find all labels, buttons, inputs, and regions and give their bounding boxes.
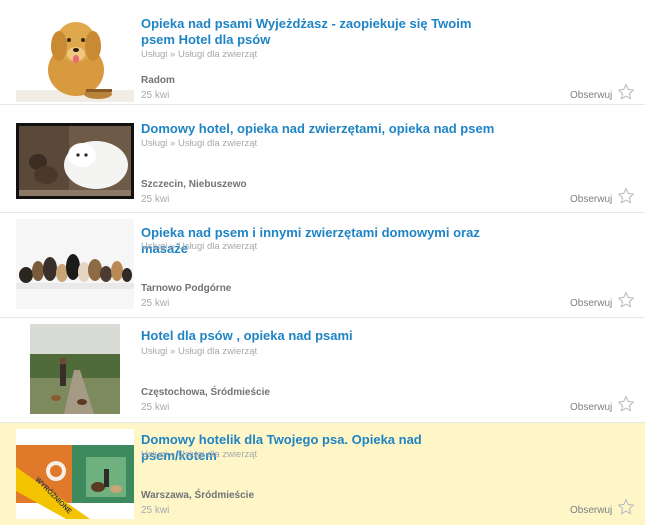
offer-date: 25 kwi	[141, 505, 170, 516]
offer-list: Opieka nad psami Wyjeżdżasz - zaopiekuje…	[0, 0, 645, 525]
offer-category: Usługi » Usługi dla zwierząt	[141, 138, 258, 149]
star-outline-icon[interactable]	[617, 291, 635, 309]
offer-date: 25 kwi	[141, 402, 170, 413]
dog-photo	[16, 219, 134, 309]
watch-button[interactable]: Obserwuj	[570, 194, 612, 205]
offer-photo-golden-retriever[interactable]	[16, 12, 134, 102]
offer-photo-dog-group[interactable]	[16, 219, 134, 309]
offer-title[interactable]: Hotel dla psów , opieka nad psami	[141, 328, 501, 344]
offer-date: 25 kwi	[141, 90, 170, 101]
star-outline-icon[interactable]	[617, 498, 635, 516]
offer-photo-dog-hotel[interactable]: WYRÓŻNIONE	[16, 429, 134, 519]
dog-photo	[16, 12, 134, 102]
offer-card[interactable]: Domowy hotel, opieka nad zwierzętami, op…	[0, 105, 645, 213]
star-outline-icon[interactable]	[617, 187, 635, 205]
offer-photo-samoyed[interactable]	[16, 117, 134, 207]
offer-title[interactable]: Opieka nad psami Wyjeżdżasz - zaopiekuje…	[141, 16, 501, 48]
offer-photo-dog-walk[interactable]	[16, 324, 134, 414]
watch-button[interactable]: Obserwuj	[570, 298, 612, 309]
offer-card[interactable]: Hotel dla psów , opieka nad psami Usługi…	[0, 318, 645, 423]
offer-title[interactable]: Domowy hotel, opieka nad zwierzętami, op…	[141, 121, 501, 137]
dog-photo	[16, 117, 134, 207]
offer-location: Warszawa, Śródmieście	[141, 490, 255, 501]
offer-date: 25 kwi	[141, 194, 170, 205]
offer-date: 25 kwi	[141, 298, 170, 309]
offer-card[interactable]: Opieka nad psami Wyjeżdżasz - zaopiekuje…	[0, 0, 645, 105]
offer-category: Usługi » Usługi dla zwierząt	[141, 449, 258, 460]
offer-category: Usługi » Usługi dla zwierząt	[141, 346, 258, 357]
offer-category: Usługi » Usługi dla zwierząt	[141, 241, 258, 252]
offer-location: Radom	[141, 75, 175, 86]
dog-photo	[16, 324, 134, 414]
offer-card[interactable]: Opieka nad psem i innymi zwierzętami dom…	[0, 213, 645, 318]
star-outline-icon[interactable]	[617, 395, 635, 413]
featured-badge: WYRÓŻNIONE	[16, 467, 90, 519]
offer-location: Szczecin, Niebuszewo	[141, 179, 247, 190]
watch-button[interactable]: Obserwuj	[570, 90, 612, 101]
offer-card-featured[interactable]: WYRÓŻNIONE Domowy hotelik dla Twojego ps…	[0, 423, 645, 525]
watch-button[interactable]: Obserwuj	[570, 505, 612, 516]
offer-location: Tarnowo Podgórne	[141, 283, 232, 294]
offer-location: Częstochowa, Śródmieście	[141, 387, 270, 398]
offer-category: Usługi » Usługi dla zwierząt	[141, 49, 258, 60]
watch-button[interactable]: Obserwuj	[570, 402, 612, 413]
star-outline-icon[interactable]	[617, 83, 635, 101]
